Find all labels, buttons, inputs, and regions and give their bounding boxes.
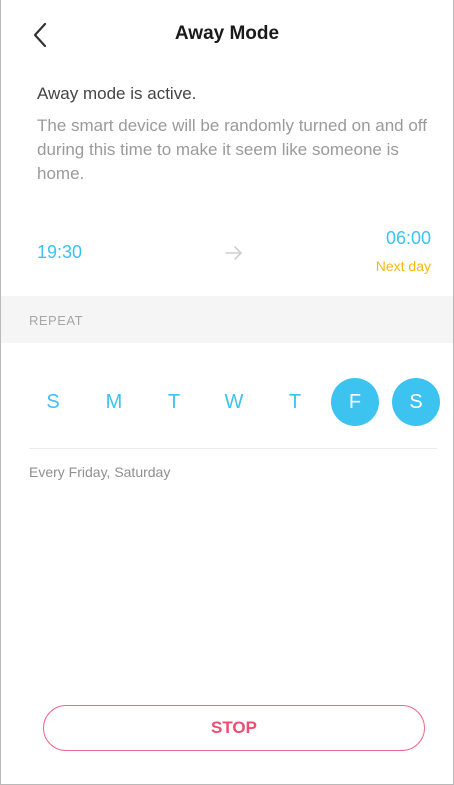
- status-description: The smart device will be randomly turned…: [37, 116, 427, 183]
- page-title: Away Mode: [174, 23, 280, 44]
- day-selector: S M T W T F S: [1, 378, 453, 426]
- stop-button[interactable]: STOP: [43, 705, 425, 751]
- next-day-note: Next day: [375, 258, 431, 274]
- start-time[interactable]: 19:30: [37, 242, 82, 263]
- day-tuesday[interactable]: T: [150, 378, 198, 426]
- away-mode-screen: Away Mode Away mode is active. The smart…: [0, 0, 454, 785]
- repeat-label: REPEAT: [29, 313, 84, 328]
- day-sunday[interactable]: S: [29, 378, 77, 426]
- divider: [29, 448, 437, 449]
- day-monday[interactable]: M: [90, 378, 138, 426]
- status-title: Away mode is active.: [37, 84, 197, 103]
- day-saturday[interactable]: S: [392, 378, 440, 426]
- day-thursday[interactable]: T: [271, 378, 319, 426]
- repeat-section-header: REPEAT: [1, 296, 453, 343]
- repeat-summary: Every Friday, Saturday: [29, 464, 171, 480]
- end-time[interactable]: 06:00: [386, 228, 431, 249]
- day-friday[interactable]: F: [331, 378, 379, 426]
- day-wednesday[interactable]: W: [210, 378, 258, 426]
- arrow-right-icon: [225, 246, 242, 260]
- header: Away Mode: [1, 0, 453, 70]
- schedule-row: 19:30 06:00 Next day: [1, 224, 453, 284]
